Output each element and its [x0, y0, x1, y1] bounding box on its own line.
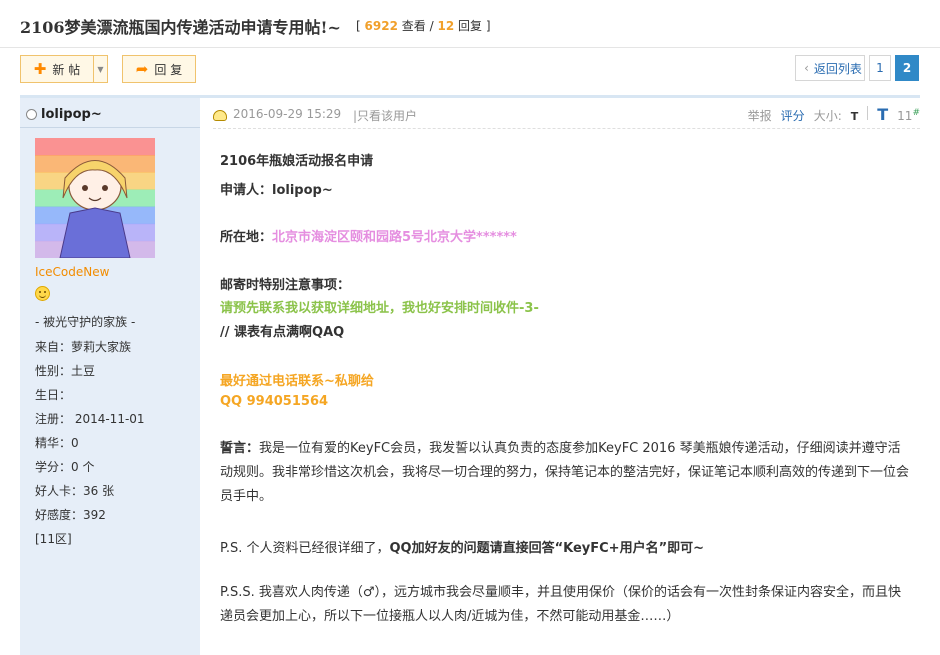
- new-post-label: 新 帖: [52, 62, 81, 77]
- oath-text: 我是一位有爱的KeyFC会员，我发誓以认真负责的态度参加KeyFC 2016 琴…: [220, 441, 910, 504]
- caret-down-icon: ▼: [97, 64, 104, 74]
- stats-close-bracket: ]: [485, 19, 491, 33]
- plus-icon: ✚: [33, 59, 47, 78]
- stats-open-bracket: [: [356, 19, 361, 33]
- post-meta-divider: [213, 128, 920, 129]
- reply-button[interactable]: ➦ 回 复: [122, 55, 196, 83]
- rate-link[interactable]: 评分: [781, 107, 805, 124]
- floor-number[interactable]: 11#: [897, 108, 920, 123]
- page-link-1[interactable]: 1: [869, 55, 891, 81]
- back-to-list-label: 返回列表: [813, 61, 862, 76]
- author-family: - 被光守护的家族 -: [35, 315, 136, 329]
- ps-line: P.S. 个人资料已经很详细了，QQ加好友的问题请直接回答“KeyFC+用户名”…: [220, 537, 704, 556]
- floor-number-value: 11: [897, 109, 913, 123]
- view-label: 查看: [401, 19, 426, 33]
- report-link[interactable]: 举报: [748, 107, 772, 124]
- new-post-button[interactable]: ✚ 新 帖: [20, 55, 94, 83]
- avatar-figure-part: [102, 185, 108, 191]
- online-face-icon: [213, 110, 227, 121]
- smiley-face-icon: [35, 286, 50, 301]
- author-sidebar: lolipop~ IceCodeNew - 被光守护的家族 - 来自：萝莉大家族…: [20, 98, 200, 655]
- ps-prefix: P.S. 个人资料已经很详细了，: [220, 541, 390, 556]
- ps-bold: QQ加好友的问题请直接回答“KeyFC+用户名”即可~: [389, 541, 705, 556]
- view-count: 6922: [364, 19, 398, 33]
- author-divider: [20, 127, 200, 128]
- author-info-birthday: 生日：: [35, 388, 72, 402]
- author-group: IceCodeNew: [35, 265, 110, 279]
- font-large-button[interactable]: T: [877, 105, 888, 124]
- pagination: ‹ 返回列表 1 2: [795, 55, 919, 81]
- author-info-zone: [11区]: [35, 532, 72, 546]
- notice-extra-text: // 课表有点满啊QAQ: [220, 325, 345, 340]
- location-label: 所在地：: [220, 230, 273, 245]
- reply-count: 12: [437, 19, 455, 33]
- avatar-figure-part: [59, 207, 131, 258]
- pss-paragraph: P.S.S. 我喜欢人肉传递（♂），远方城市我会尽量顺丰，并且使用保价（保价的话…: [220, 585, 902, 624]
- author-info-affection: 好感度：392: [35, 508, 106, 522]
- location-value: 北京市海淀区颐和园路5号北京大学******: [272, 230, 517, 245]
- floor-mark: #: [912, 108, 920, 118]
- post-meta-bar: 2016-09-29 15:29 |只看该用户 举报 评分 大小: T T 11…: [213, 104, 920, 128]
- avatar-figure-part: [82, 185, 88, 191]
- avatar-stripe: [35, 138, 155, 156]
- notice-label: 邮寄时特别注意事项：: [220, 278, 351, 293]
- location-line: 所在地：北京市海淀区颐和园路5号北京大学******: [220, 226, 517, 245]
- font-size-divider: [867, 106, 869, 120]
- thread-header: 2106梦美漂流瓶国内传递活动申请专用帖!~ [ 6922 查看 / 12 回复…: [0, 0, 940, 48]
- stats-separator: /: [429, 19, 434, 33]
- post-time: 2016-09-29 15:29: [233, 107, 342, 121]
- author-info-credits: 学分：0 个: [35, 460, 95, 474]
- thread-title: 2106梦美漂流瓶国内传递活动申请专用帖!~: [20, 18, 341, 37]
- author-name-row: lolipop~: [26, 107, 102, 122]
- notice-green-text: 请预先联系我以获取详细地址，我也好安排时间收件-3-: [220, 301, 539, 316]
- author-info-gender: 性别：土豆: [35, 364, 96, 378]
- avatar-image: [35, 138, 155, 258]
- author-info-digest: 精华：0: [35, 436, 79, 450]
- contact-line-2: QQ 994051564: [220, 394, 329, 409]
- thread-stats: [ 6922 查看 / 12 回复 ]: [356, 17, 491, 34]
- chevron-left-icon: ‹: [804, 61, 809, 75]
- back-to-list-button[interactable]: ‹ 返回列表: [795, 55, 865, 81]
- oath-paragraph: 誓言：我是一位有爱的KeyFC会员，我发誓以认真负责的态度参加KeyFC 201…: [220, 437, 910, 509]
- page-link-2-current[interactable]: 2: [895, 55, 919, 81]
- reply-label: 回复: [458, 19, 483, 33]
- avatar[interactable]: [35, 138, 155, 258]
- author-info-registered: 注册： 2014-11-01: [35, 412, 145, 426]
- offline-status-icon: [26, 109, 37, 120]
- post-heading: 2106年瓶娘活动报名申请: [220, 154, 374, 169]
- new-post-dropdown-button[interactable]: ▼: [93, 55, 108, 83]
- author-name[interactable]: lolipop~: [41, 107, 102, 122]
- reply-label: 回 复: [154, 62, 183, 77]
- font-size-label: 大小:: [813, 109, 842, 123]
- reply-arrow-icon: ➦: [135, 59, 149, 78]
- font-small-button[interactable]: T: [851, 110, 859, 123]
- post-actions: 举报 评分 大小: T T 11#: [748, 105, 920, 124]
- author-info-from: 来自：萝莉大家族: [35, 340, 132, 354]
- author-info-good-cards: 好人卡：36 张: [35, 484, 115, 498]
- only-author-link[interactable]: |只看该用户: [353, 107, 417, 124]
- applicant-line: 申请人：lolipop~: [220, 183, 333, 198]
- contact-line-1: 最好通过电话联系~私聊给: [220, 374, 374, 389]
- oath-label: 誓言：: [220, 441, 260, 456]
